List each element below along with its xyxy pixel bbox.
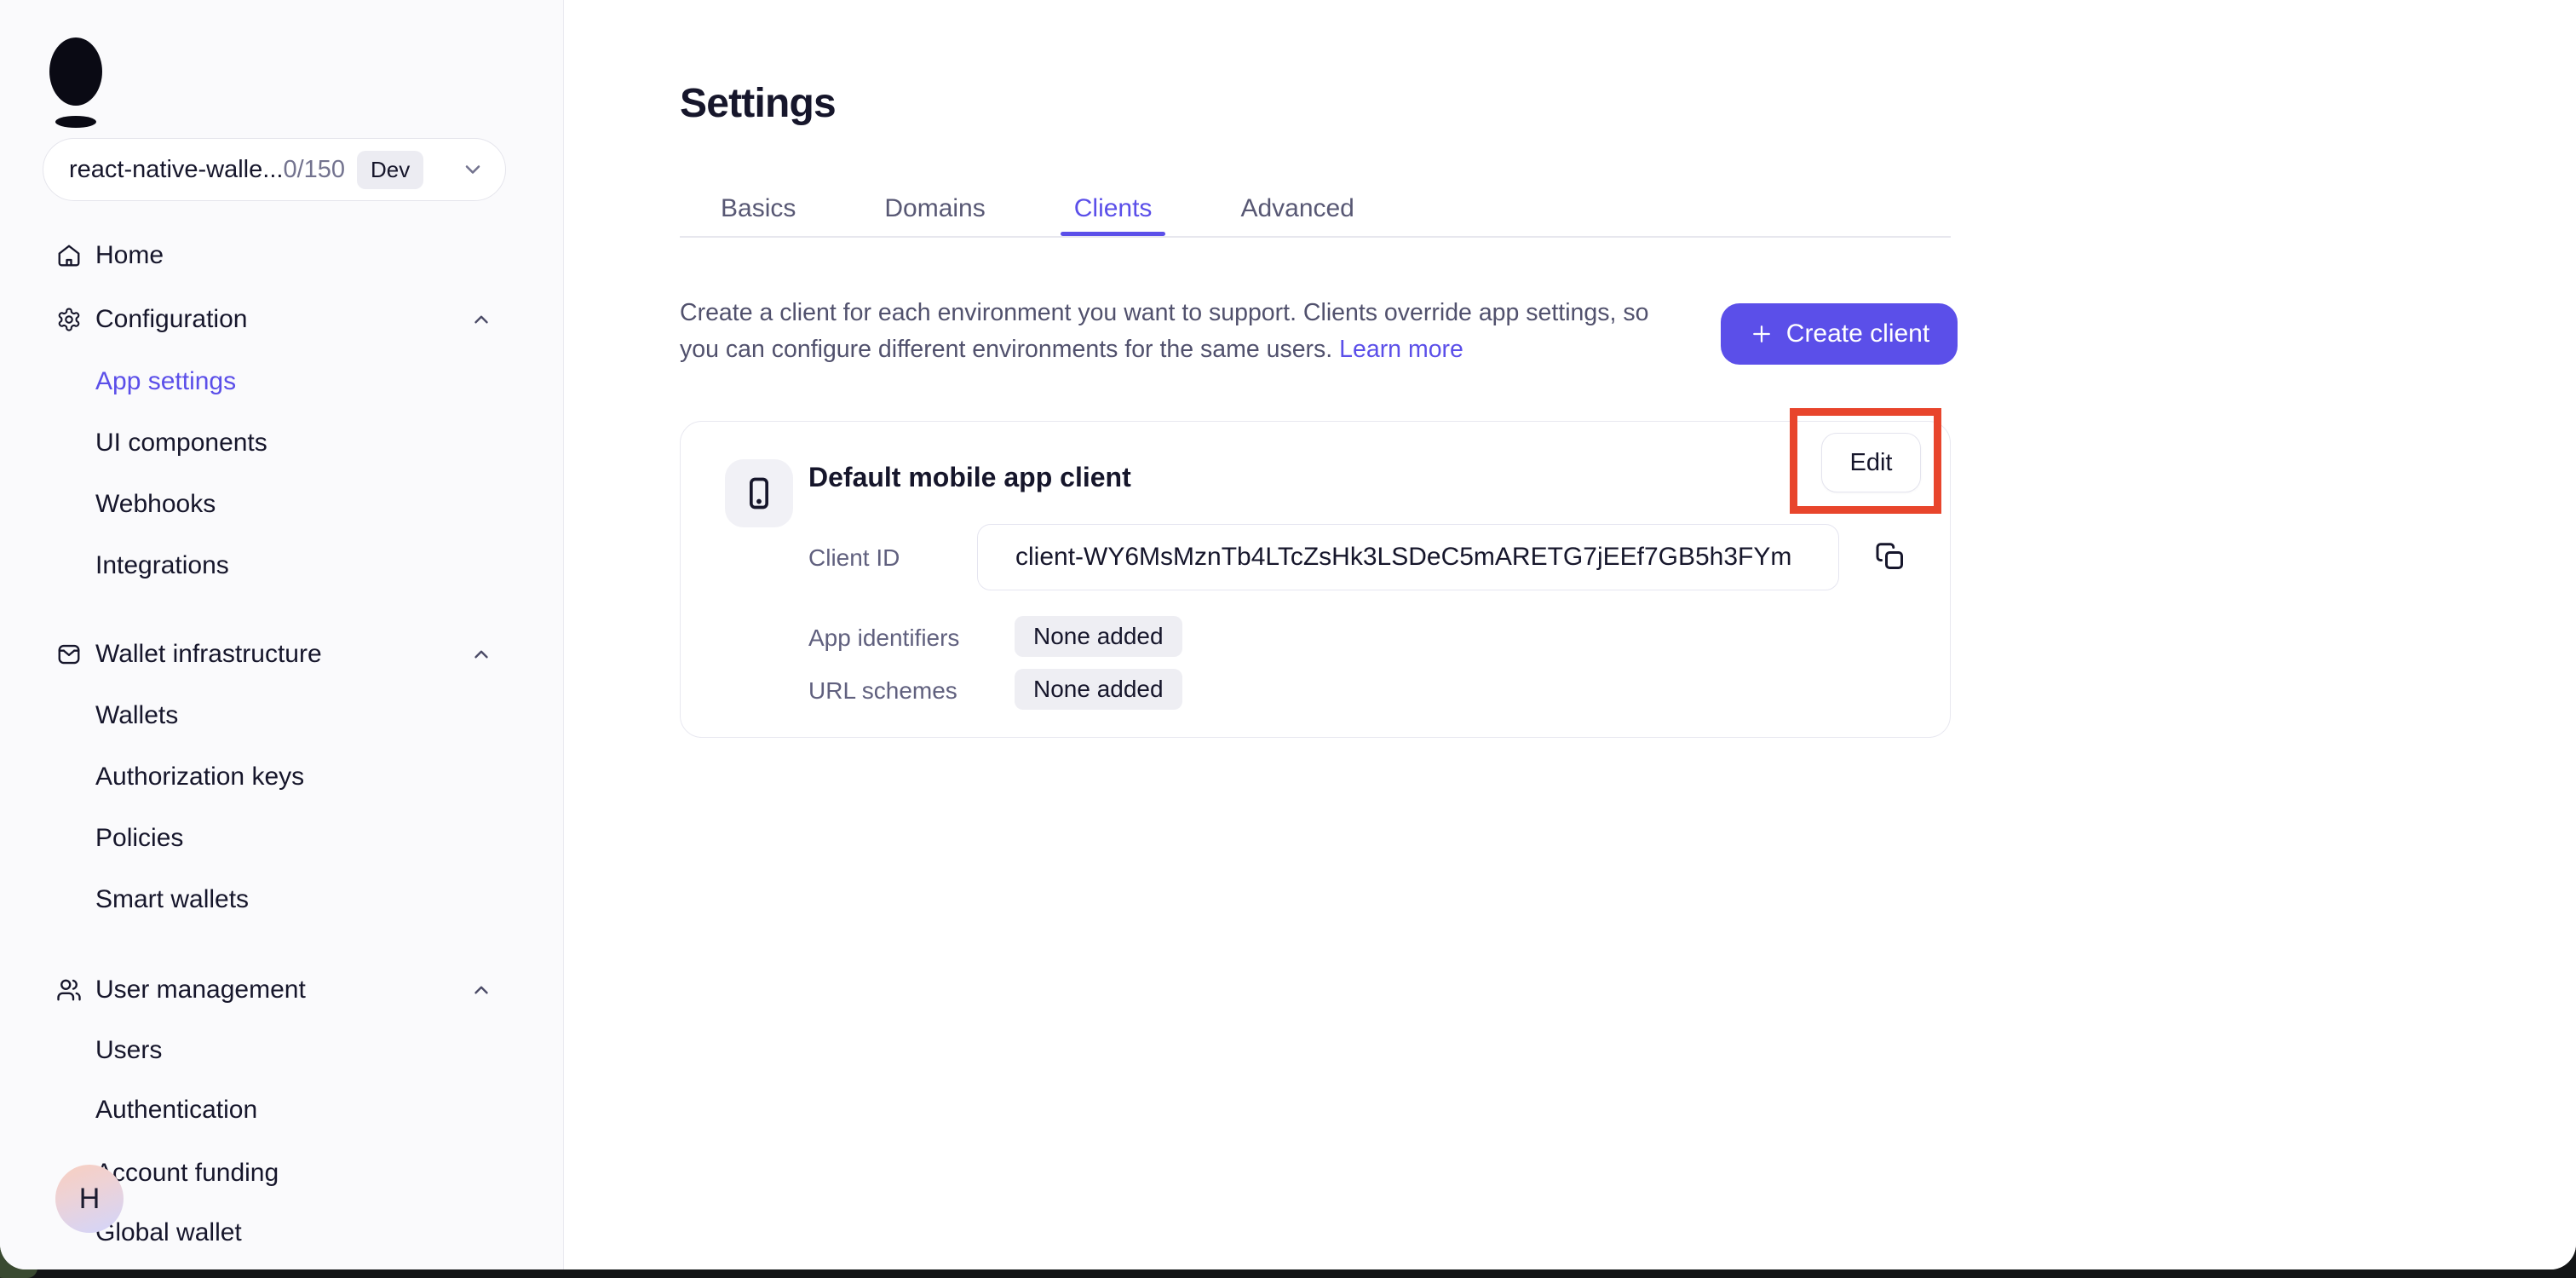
sidebar-item-label: Policies <box>95 824 184 852</box>
description-line1: Create a client for each environment you… <box>680 299 1649 326</box>
sidebar-item-label: Integrations <box>95 551 229 579</box>
tab-domains[interactable]: Domains <box>884 196 985 222</box>
client-card: Default mobile app client Edit Client ID… <box>680 408 1951 738</box>
sidebar-section-label: User management <box>95 976 306 1004</box>
sidebar-section-label: Wallet infrastructure <box>95 640 322 668</box>
client-card-title: Default mobile app client <box>808 462 1131 492</box>
chevron-up-icon[interactable] <box>470 979 492 1001</box>
app-identifiers-label: App identifiers <box>808 625 960 651</box>
user-avatar[interactable]: H <box>55 1165 124 1233</box>
sidebar-item-label: Webhooks <box>95 490 216 518</box>
page-title: Settings <box>680 81 837 126</box>
chevron-up-icon[interactable] <box>470 643 492 665</box>
wallet-icon <box>56 642 82 667</box>
settings-tabs: Basics Domains Clients Advanced <box>721 196 1354 236</box>
copy-icon <box>1876 543 1903 569</box>
learn-more-link[interactable]: Learn more <box>1339 336 1463 363</box>
client-id-value: client-WY6MsMznTb4LTcZsHk3LSDeC5mARETG7j… <box>1015 543 1792 571</box>
main-content: Settings Basics Domains Clients Advanced… <box>564 0 2576 1269</box>
sidebar-section-label: Configuration <box>95 305 248 333</box>
chevron-up-icon[interactable] <box>470 308 492 331</box>
clients-description: Create a client for each environment you… <box>680 295 1762 368</box>
create-client-button[interactable]: Create client <box>1721 303 1958 365</box>
sidebar-section-wallet-infrastructure[interactable]: Wallet infrastructure <box>0 636 564 673</box>
tab-clients[interactable]: Clients <box>1060 196 1166 236</box>
url-schemes-value-badge: None added <box>1015 669 1182 710</box>
description-line2: you can configure different environments… <box>680 336 1333 363</box>
sidebar-item-home[interactable]: Home <box>0 237 564 274</box>
env-badge: Dev <box>357 150 424 189</box>
project-name: react-native-walle... <box>69 155 284 183</box>
home-icon <box>56 243 82 268</box>
sidebar-item-label: App settings <box>95 367 237 395</box>
sidebar-item-label: Authentication <box>95 1096 258 1124</box>
avatar-initial: H <box>78 1182 101 1215</box>
tab-advanced[interactable]: Advanced <box>1240 196 1354 222</box>
sidebar-item-label: Account funding <box>95 1159 279 1187</box>
sidebar-item-label: Global wallet <box>95 1218 242 1246</box>
edit-client-button[interactable]: Edit <box>1821 433 1921 492</box>
sidebar-item-integrations[interactable]: Integrations <box>0 547 564 584</box>
app-window: react-native-walle... 0/150 Dev Home Con… <box>0 0 2576 1269</box>
chevron-down-icon <box>461 158 485 181</box>
client-id-label: Client ID <box>808 544 900 571</box>
project-usage: 0/150 <box>283 155 346 183</box>
sidebar-item-label: Wallets <box>95 701 179 729</box>
create-client-label: Create client <box>1785 320 1930 348</box>
logo-egg-icon <box>49 37 102 128</box>
sidebar-item-ui-components[interactable]: UI components <box>0 424 564 462</box>
sidebar-item-label: UI components <box>95 429 267 457</box>
sidebar-item-wallets[interactable]: Wallets <box>0 697 564 734</box>
sidebar-section-user-management[interactable]: User management <box>0 971 564 1009</box>
tab-basics[interactable]: Basics <box>721 196 796 222</box>
sidebar-item-authentication[interactable]: Authentication <box>0 1091 564 1129</box>
sidebar-item-app-settings[interactable]: App settings <box>0 363 564 400</box>
gear-icon <box>56 307 82 332</box>
sidebar-item-label: Authorization keys <box>95 763 305 791</box>
sidebar-item-smart-wallets[interactable]: Smart wallets <box>0 881 564 918</box>
sidebar-section-configuration[interactable]: Configuration <box>0 301 564 338</box>
sidebar-item-users[interactable]: Users <box>0 1032 564 1069</box>
mobile-phone-icon <box>750 477 768 509</box>
users-icon <box>56 977 82 1003</box>
sidebar: react-native-walle... 0/150 Dev Home Con… <box>0 0 564 1269</box>
copy-client-id-button[interactable] <box>1870 536 1911 577</box>
sidebar-item-webhooks[interactable]: Webhooks <box>0 486 564 523</box>
client-id-field[interactable]: client-WY6MsMznTb4LTcZsHk3LSDeC5mARETG7j… <box>977 524 1839 590</box>
project-selector[interactable]: react-native-walle... 0/150 Dev <box>43 138 506 201</box>
privy-logo[interactable] <box>49 37 103 134</box>
sidebar-item-policies[interactable]: Policies <box>0 820 564 857</box>
sidebar-item-label: Users <box>95 1036 163 1064</box>
tabs-divider <box>680 236 1951 238</box>
sidebar-item-authorization-keys[interactable]: Authorization keys <box>0 758 564 796</box>
url-schemes-label: URL schemes <box>808 677 957 704</box>
sidebar-item-label: Home <box>95 241 164 269</box>
app-identifiers-value-badge: None added <box>1015 616 1182 657</box>
plus-icon <box>1752 325 1770 343</box>
mobile-client-icon-box <box>725 459 793 527</box>
sidebar-item-label: Smart wallets <box>95 885 250 913</box>
